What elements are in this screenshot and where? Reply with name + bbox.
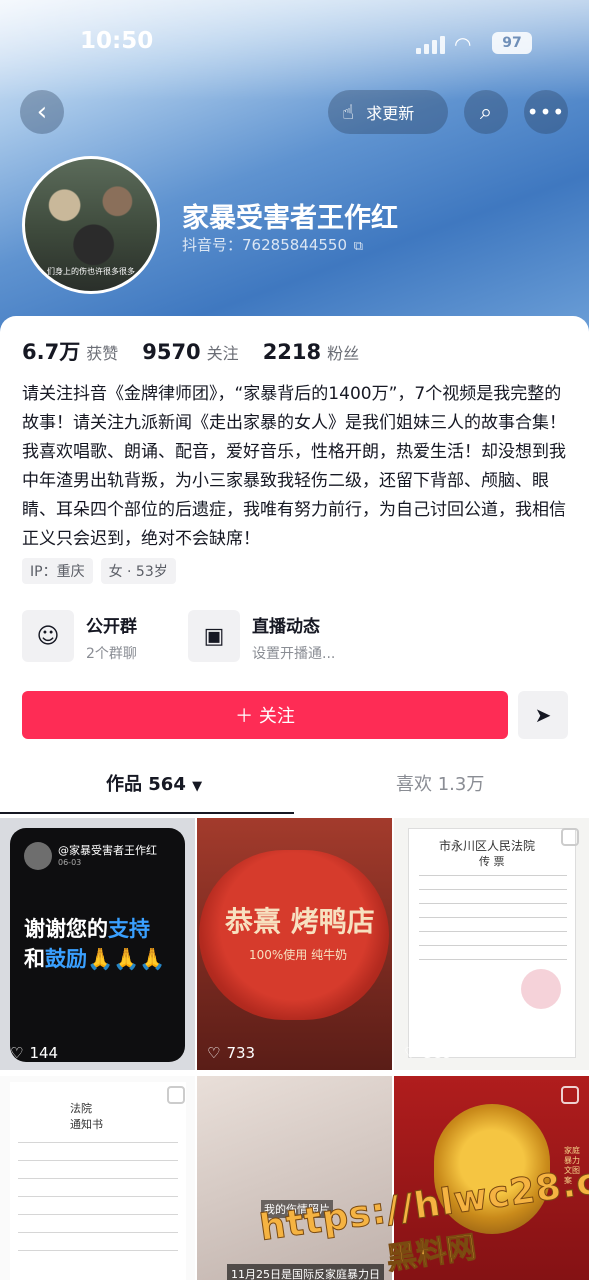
heart-icon: ♡: [404, 1044, 418, 1062]
video-thumb-1[interactable]: @家暴受害者王作红 06-03 谢谢您的支持 和鼓励🙏🙏🙏 ♡ 144: [0, 818, 195, 1070]
public-group-sub: 2个群聊: [86, 646, 137, 662]
thumb-date: 06-03: [58, 858, 82, 867]
video-thumb-3[interactable]: 市永川区人民法院 传 票 ♡ 589: [394, 818, 589, 1070]
thumb-doc-sub: 传 票: [479, 855, 505, 868]
ip-tag: IP：重庆: [22, 558, 93, 584]
thumb-notice-document: 法院 通知书: [10, 1082, 186, 1280]
more-button[interactable]: •••: [524, 90, 568, 134]
thumb-brand: 恭熹 烤鸭店: [225, 905, 375, 938]
douyin-id-value: 76285844550: [242, 236, 347, 254]
avatar-caption: 们身上的伤也许很多很多: [47, 267, 135, 276]
tv-icon: ▣: [188, 610, 240, 662]
chat-group-icon: ☺: [22, 610, 74, 662]
gender-age-tag: 女 · 53岁: [100, 558, 176, 584]
profile-tags: IP：重庆 女 · 53岁: [22, 558, 184, 584]
search-icon: ⌕: [479, 99, 493, 125]
live-updates-entry[interactable]: ▣ 直播动态 设置开播通...: [188, 610, 335, 663]
video-thumb-4[interactable]: 法院 通知书: [0, 1076, 195, 1280]
caret-down-icon: ▼: [192, 779, 203, 794]
thumb-phone-frame: @家暴受害者王作红 06-03 谢谢您的支持 和鼓励🙏🙏🙏: [10, 828, 185, 1062]
profile-bio: 请关注抖音《金牌律师团》，“家暴背后的1400万”，7个视频是我完整的故事！请关…: [22, 384, 566, 549]
following-count[interactable]: 9570: [142, 340, 200, 364]
video-thumb-2[interactable]: 恭熹 烤鸭店 100%使用 纯牛奶 ♡ 733: [197, 818, 392, 1070]
more-dots-icon: •••: [526, 100, 566, 124]
thumb-message: 谢谢您的支持 和鼓励🙏🙏🙏: [24, 917, 166, 971]
douyin-id-label: 抖音号：: [182, 236, 243, 254]
thumb-lid-image: 恭熹 烤鸭店 100%使用 纯牛奶: [199, 850, 389, 1020]
thumb-document: 市永川区人民法院 传 票: [408, 828, 576, 1058]
follow-button[interactable]: ＋ 关注: [22, 691, 508, 739]
live-updates-sub: 设置开播通...: [252, 646, 336, 662]
following-label: 关注: [206, 344, 239, 363]
heart-icon: ♡: [207, 1044, 221, 1062]
hand-pointer-icon: ☝: [342, 100, 355, 124]
profile-stats: 6.7万 获赞 9570 关注 2218 粉丝: [22, 336, 383, 366]
multi-select-icon: [167, 1086, 185, 1104]
content-tabs: 作品 564 ▼ 喜欢 1.3万: [0, 770, 589, 816]
copy-icon[interactable]: ⧉: [354, 239, 363, 254]
thumb-avatar: [24, 842, 52, 870]
request-update-label: 求更新: [366, 104, 415, 123]
live-updates-title: 直播动态: [252, 617, 320, 637]
likes-label: 获赞: [86, 344, 119, 363]
heart-icon: ♡: [10, 1044, 24, 1062]
douyin-id[interactable]: 抖音号：76285844550 ⧉: [182, 234, 363, 255]
tab-works[interactable]: 作品 564 ▼: [106, 770, 202, 796]
thumb-notice-title: 法院 通知书: [70, 1102, 103, 1131]
search-button[interactable]: ⌕: [464, 90, 508, 134]
followers-label: 粉丝: [327, 344, 360, 363]
video-likes-2: ♡ 733: [207, 1044, 256, 1062]
multi-select-icon: [561, 828, 579, 846]
status-bar: 10:50 ◠ 97: [0, 28, 589, 60]
video-likes-3: ♡ 589: [404, 1044, 453, 1062]
profile-name: 家暴受害者王作红: [182, 203, 398, 234]
send-arrow-icon: ➤: [534, 703, 552, 727]
status-time: 10:50: [80, 28, 154, 54]
thumb-bottom-text: 11月25日是国际反家庭暴力日: [227, 1264, 384, 1280]
multi-select-icon: [561, 1086, 579, 1104]
chevron-left-icon: ‹: [36, 97, 48, 127]
avatar[interactable]: 们身上的伤也许很多很多: [22, 156, 160, 294]
public-group-title: 公开群: [86, 617, 137, 637]
tab-indicator: [0, 812, 294, 814]
share-button[interactable]: ➤: [518, 691, 568, 739]
thumb-doc-title: 市永川区人民法院: [439, 839, 536, 853]
request-update-button[interactable]: ☝ 求更新: [328, 90, 448, 134]
back-button[interactable]: ‹: [20, 90, 64, 134]
tab-likes[interactable]: 喜欢 1.3万: [396, 770, 484, 796]
thumb-account: @家暴受害者王作红: [58, 844, 157, 857]
likes-count[interactable]: 6.7万: [22, 336, 80, 366]
video-thumb-5[interactable]: 我的伤情照片 11月25日是国际反家庭暴力日: [197, 1076, 392, 1280]
video-likes-1: ♡ 144: [10, 1044, 59, 1062]
battery-icon: 97: [492, 32, 532, 54]
wifi-icon: ◠: [454, 32, 472, 56]
signal-icon: [416, 34, 446, 54]
followers-count[interactable]: 2218: [263, 340, 321, 364]
public-group-entry[interactable]: ☺ 公开群 2个群聊: [22, 610, 137, 663]
thumb-brand-sub: 100%使用 纯牛奶: [249, 948, 348, 962]
